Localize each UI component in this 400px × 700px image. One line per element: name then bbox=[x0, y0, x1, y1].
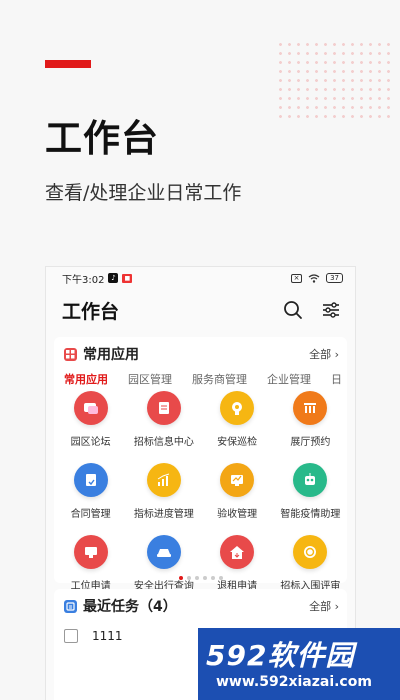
app-item[interactable]: 验收管理 bbox=[201, 463, 274, 535]
app-item[interactable]: 展厅预约 bbox=[274, 391, 347, 463]
app-item[interactable]: 安保巡检 bbox=[201, 391, 274, 463]
hall-icon bbox=[293, 391, 328, 425]
tiktok-icon: ♪ bbox=[108, 273, 119, 283]
more-label: 全部 bbox=[309, 348, 332, 361]
house-icon bbox=[220, 535, 255, 569]
pager-dot[interactable] bbox=[178, 576, 183, 580]
contract-icon bbox=[73, 463, 108, 497]
chevron-right-icon: › bbox=[331, 600, 339, 613]
app-item-label: 招标信息中心 bbox=[133, 437, 194, 448]
decorative-dot-grid bbox=[276, 40, 394, 118]
recent-tasks-header: 最近任务（4） 全部 › bbox=[54, 589, 347, 623]
app-item-label: 安保巡检 bbox=[217, 437, 258, 448]
tab-2[interactable]: 服务商管理 bbox=[192, 371, 247, 389]
more-label: 全部 bbox=[309, 600, 332, 613]
common-apps-header: 常用应用 全部 › bbox=[54, 337, 347, 371]
chat-icon bbox=[73, 391, 108, 425]
notification-tag-icon: ■ bbox=[122, 273, 133, 283]
task-list-icon bbox=[64, 599, 77, 613]
pager-dots bbox=[54, 576, 347, 580]
tab-1[interactable]: 园区管理 bbox=[128, 371, 172, 389]
chevron-right-icon: › bbox=[331, 348, 339, 361]
common-apps-title: 常用应用 bbox=[83, 347, 139, 363]
recent-tasks-title: 最近任务（4） bbox=[83, 599, 177, 615]
app-title: 工作台 bbox=[62, 300, 120, 323]
common-apps-more-link[interactable]: 全部 › bbox=[309, 346, 339, 362]
app-item-label: 指标进度管理 bbox=[133, 509, 194, 520]
accent-bar bbox=[45, 60, 91, 68]
page-subtitle: 查看/处理企业日常工作 bbox=[45, 182, 242, 204]
app-item[interactable]: 园区论坛 bbox=[54, 391, 127, 463]
car-icon bbox=[146, 535, 181, 569]
watermark-url: www.592xiazai.com bbox=[216, 674, 372, 690]
watermark: 592软件园 www.592xiazai.com bbox=[198, 628, 400, 700]
common-apps-card: 常用应用 全部 › 常用应用 园区管理 服务商管理 企业管理日 园区论坛 招标信息中心安… bbox=[54, 337, 347, 592]
sim-icon: × bbox=[291, 273, 303, 283]
app-item-label: 合同管理 bbox=[70, 509, 111, 520]
robot-icon bbox=[293, 463, 328, 497]
app-header: 工作台 bbox=[46, 289, 355, 331]
app-grid: 园区论坛 招标信息中心 安保巡检 展厅预约 合同管理 指标进度管理 验收管理 智能疫情助理 工位… bbox=[54, 391, 347, 607]
recent-tasks-more-link[interactable]: 全部 › bbox=[309, 598, 339, 614]
status-bar: 下午3:02 ♪ ■ × 37 bbox=[46, 267, 355, 289]
tab-3[interactable]: 企业管理 bbox=[267, 371, 311, 389]
task-text: 1111 bbox=[92, 629, 123, 643]
tab-0[interactable]: 常用应用 bbox=[64, 371, 108, 389]
app-item[interactable]: 智能疫情助理 bbox=[274, 463, 347, 535]
status-time: 下午3:02 bbox=[62, 274, 105, 286]
document-icon bbox=[146, 391, 181, 425]
app-item-label: 园区论坛 bbox=[70, 437, 111, 448]
filter-icon[interactable] bbox=[321, 300, 341, 320]
acceptance-icon bbox=[220, 463, 255, 497]
task-checkbox[interactable] bbox=[64, 629, 78, 643]
app-item-label: 验收管理 bbox=[217, 509, 258, 520]
app-item-label: 展厅预约 bbox=[290, 437, 331, 448]
app-item[interactable]: 合同管理 bbox=[54, 463, 127, 535]
app-item[interactable]: 指标进度管理 bbox=[127, 463, 200, 535]
battery-icon: 37 bbox=[326, 273, 343, 283]
pager-dot[interactable] bbox=[186, 576, 191, 580]
pager-dot[interactable] bbox=[218, 576, 223, 580]
app-category-tabs: 常用应用 园区管理 服务商管理 企业管理 日 bbox=[54, 371, 347, 389]
wifi-icon bbox=[308, 273, 320, 283]
app-item[interactable]: 招标信息中心 bbox=[127, 391, 200, 463]
security-check-icon bbox=[220, 391, 255, 425]
pager-dot[interactable] bbox=[194, 576, 199, 580]
watermark-brand: 592软件园 bbox=[206, 639, 355, 672]
monitor-icon bbox=[73, 535, 108, 569]
pager-dot[interactable] bbox=[210, 576, 215, 580]
apps-grid-icon bbox=[64, 347, 77, 361]
tab-4[interactable]: 日 bbox=[331, 371, 342, 389]
search-icon[interactable] bbox=[283, 300, 303, 320]
app-item-label: 智能疫情助理 bbox=[280, 509, 341, 520]
chart-icon bbox=[146, 463, 181, 497]
pager-dot[interactable] bbox=[202, 576, 207, 580]
award-icon bbox=[293, 535, 328, 569]
page-title: 工作台 bbox=[45, 117, 159, 160]
